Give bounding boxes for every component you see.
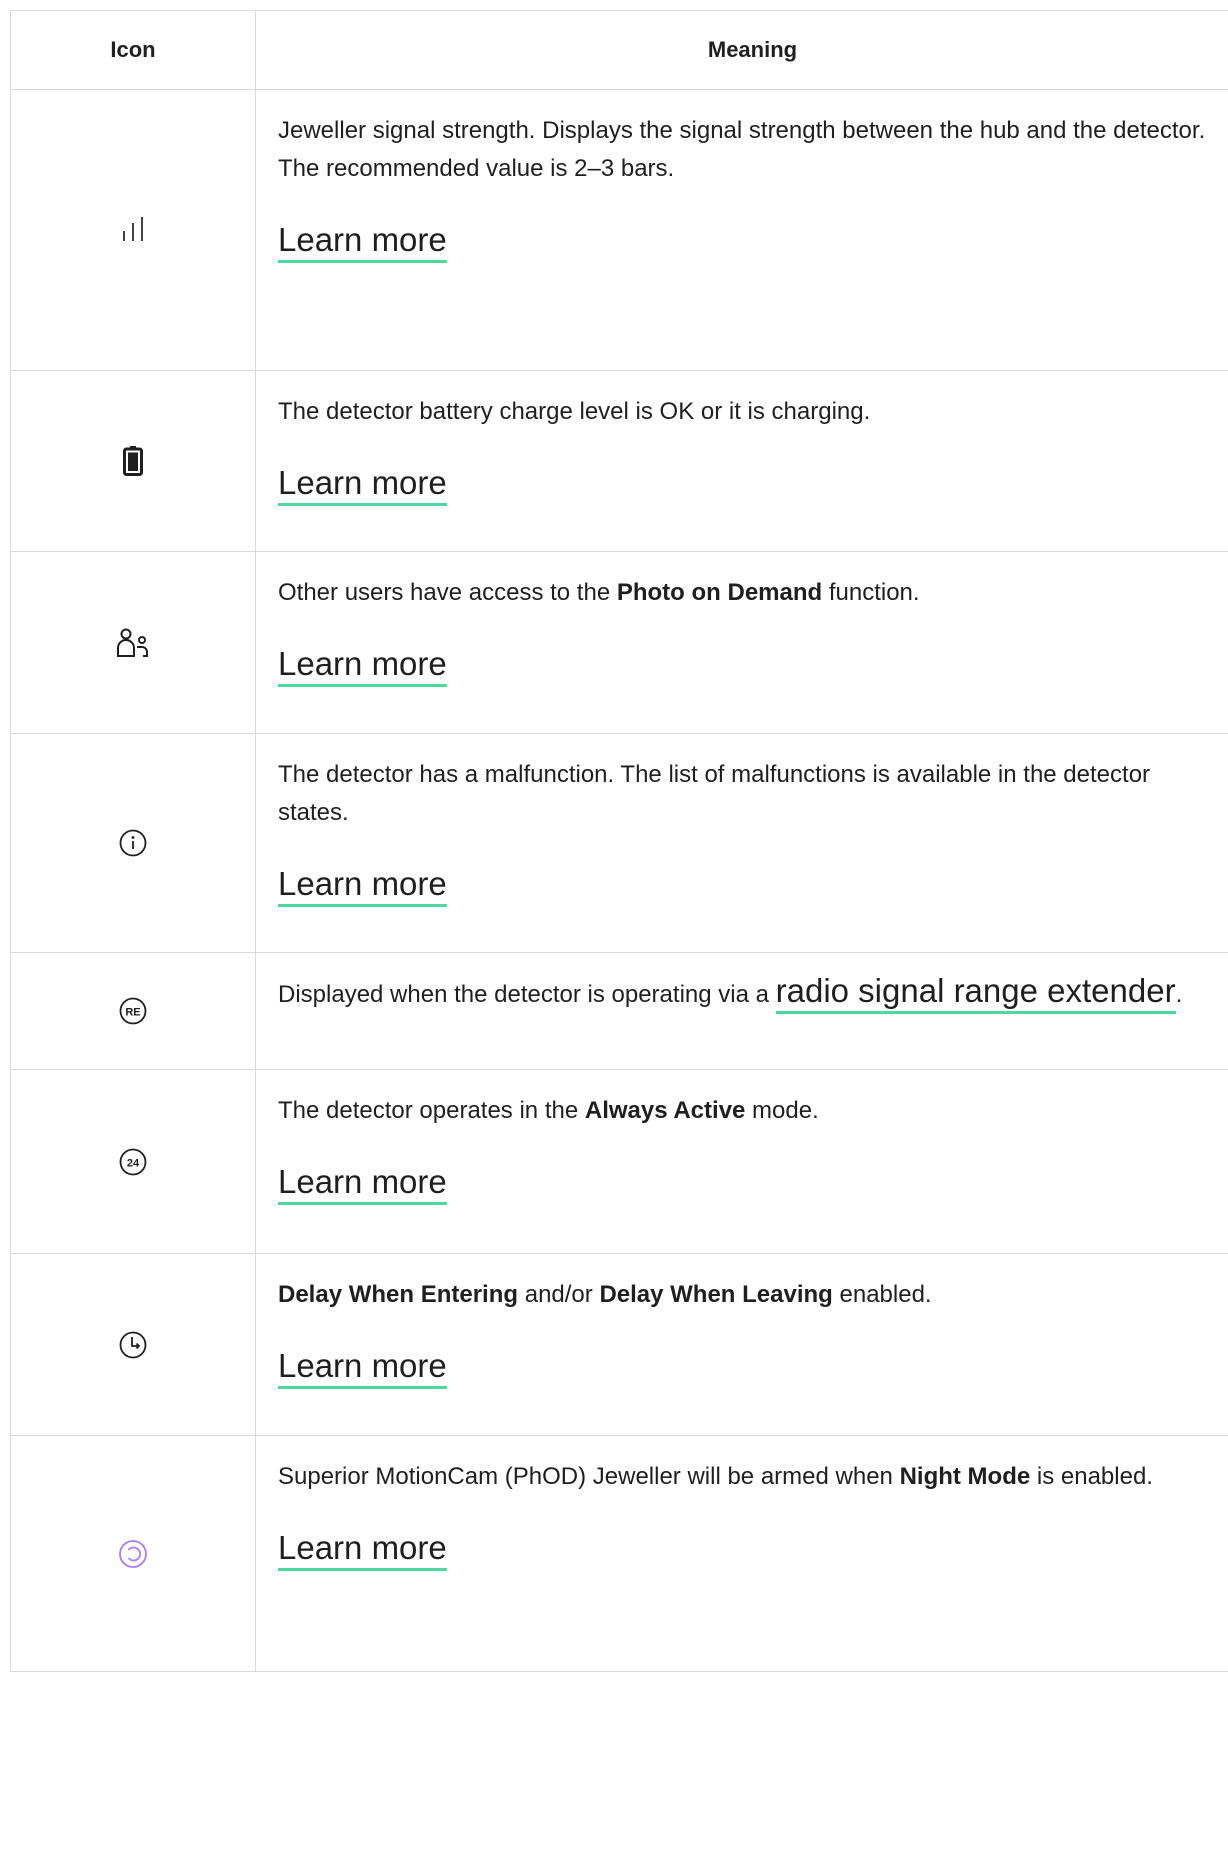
meaning-cell: The detector has a malfunction. The list…: [255, 733, 1228, 953]
meaning-cell: Jeweller signal strength. Displays the s…: [255, 89, 1228, 371]
always-active-term: Always Active: [584, 1097, 746, 1124]
icon-cell: RE: [10, 952, 256, 1070]
table-header-row: Icon Meaning: [10, 10, 1228, 90]
description-text: .: [1175, 981, 1183, 1008]
signal-strength-icon: [118, 217, 148, 241]
table-row: Other users have access to the Photo on …: [10, 551, 1228, 734]
learn-more-link[interactable]: Learn more: [278, 464, 447, 506]
users-icon: [116, 628, 150, 657]
row-description: Jeweller signal strength. Displays the s…: [278, 112, 1219, 188]
row-description: Superior MotionCam (PhOD) Jeweller will …: [278, 1458, 1219, 1496]
delay-leaving-term: Delay When Leaving: [599, 1281, 833, 1308]
meaning-cell: Other users have access to the Photo on …: [255, 551, 1228, 734]
learn-more-link[interactable]: Learn more: [278, 1347, 447, 1389]
learn-more-link[interactable]: Learn more: [278, 221, 447, 263]
row-description: Other users have access to the Photo on …: [278, 574, 1219, 612]
table-row: Superior MotionCam (PhOD) Jeweller will …: [10, 1435, 1228, 1672]
row-description: The detector has a malfunction. The list…: [278, 756, 1219, 832]
description-text: is enabled.: [1030, 1463, 1153, 1490]
delay-entering-term: Delay When Entering: [278, 1281, 519, 1308]
night-mode-icon: [118, 1539, 148, 1568]
description-text: Jeweller signal strength. Displays the s…: [278, 117, 1206, 182]
row-description: The detector operates in the Always Acti…: [278, 1092, 1219, 1130]
description-text: Other users have access to the: [278, 579, 617, 606]
description-text: function.: [822, 579, 920, 606]
meaning-cell: Displayed when the detector is operating…: [255, 952, 1228, 1070]
svg-text:RE: RE: [125, 1007, 140, 1019]
description-text: and/or: [518, 1281, 600, 1308]
description-text: Displayed when the detector is operating…: [278, 981, 776, 1008]
description-text: enabled.: [832, 1281, 932, 1308]
row-description: Delay When Entering and/or Delay When Le…: [278, 1276, 1219, 1314]
icon-cell: [10, 1253, 256, 1436]
battery-icon: [123, 446, 143, 476]
learn-more-link[interactable]: Learn more: [278, 865, 447, 907]
table-row: RE Displayed when the detector is operat…: [10, 952, 1228, 1070]
description-text: Superior MotionCam (PhOD) Jeweller will …: [278, 1463, 900, 1490]
meaning-cell: Delay When Entering and/or Delay When Le…: [255, 1253, 1228, 1436]
icon-cell: [10, 1435, 256, 1672]
row-description: The detector battery charge level is OK …: [278, 393, 1219, 431]
icon-column-header: Icon: [10, 10, 256, 90]
row-description: Displayed when the detector is operating…: [278, 965, 1219, 1021]
description-text: The detector battery charge level is OK …: [278, 398, 871, 425]
learn-more-link[interactable]: Learn more: [278, 1163, 447, 1205]
table-row: The detector has a malfunction. The list…: [10, 733, 1228, 953]
table-row: Delay When Entering and/or Delay When Le…: [10, 1253, 1228, 1436]
description-text: The detector operates in the: [278, 1097, 585, 1124]
meaning-cell: The detector battery charge level is OK …: [255, 370, 1228, 552]
night-mode-term: Night Mode: [899, 1463, 1031, 1490]
learn-more-link[interactable]: Learn more: [278, 1529, 447, 1571]
delay-clock-icon: [119, 1331, 147, 1358]
icon-meaning-table: Icon Meaning Jeweller signal strength. D…: [10, 10, 1228, 1672]
table-row: The detector battery charge level is OK …: [10, 370, 1228, 552]
icon-cell: [10, 370, 256, 552]
meaning-cell: The detector operates in the Always Acti…: [255, 1069, 1228, 1254]
icon-cell: 24: [10, 1069, 256, 1254]
table-row: Jeweller signal strength. Displays the s…: [10, 89, 1228, 371]
learn-more-link[interactable]: Learn more: [278, 645, 447, 687]
range-extender-link[interactable]: radio signal range extender: [775, 972, 1176, 1014]
always-active-24-icon: 24: [119, 1148, 147, 1175]
svg-text:24: 24: [127, 1157, 140, 1169]
icon-cell: [10, 733, 256, 953]
info-icon: [119, 829, 147, 857]
icon-cell: [10, 551, 256, 734]
icon-cell: [10, 89, 256, 371]
meaning-cell: Superior MotionCam (PhOD) Jeweller will …: [255, 1435, 1228, 1672]
meaning-column-header: Meaning: [255, 10, 1228, 90]
description-text: mode.: [745, 1097, 819, 1124]
range-extender-icon: RE: [119, 997, 147, 1025]
photo-on-demand-term: Photo on Demand: [616, 579, 823, 606]
description-text: The detector has a malfunction. The list…: [278, 761, 1151, 826]
table-row: 24 The detector operates in the Always A…: [10, 1069, 1228, 1254]
